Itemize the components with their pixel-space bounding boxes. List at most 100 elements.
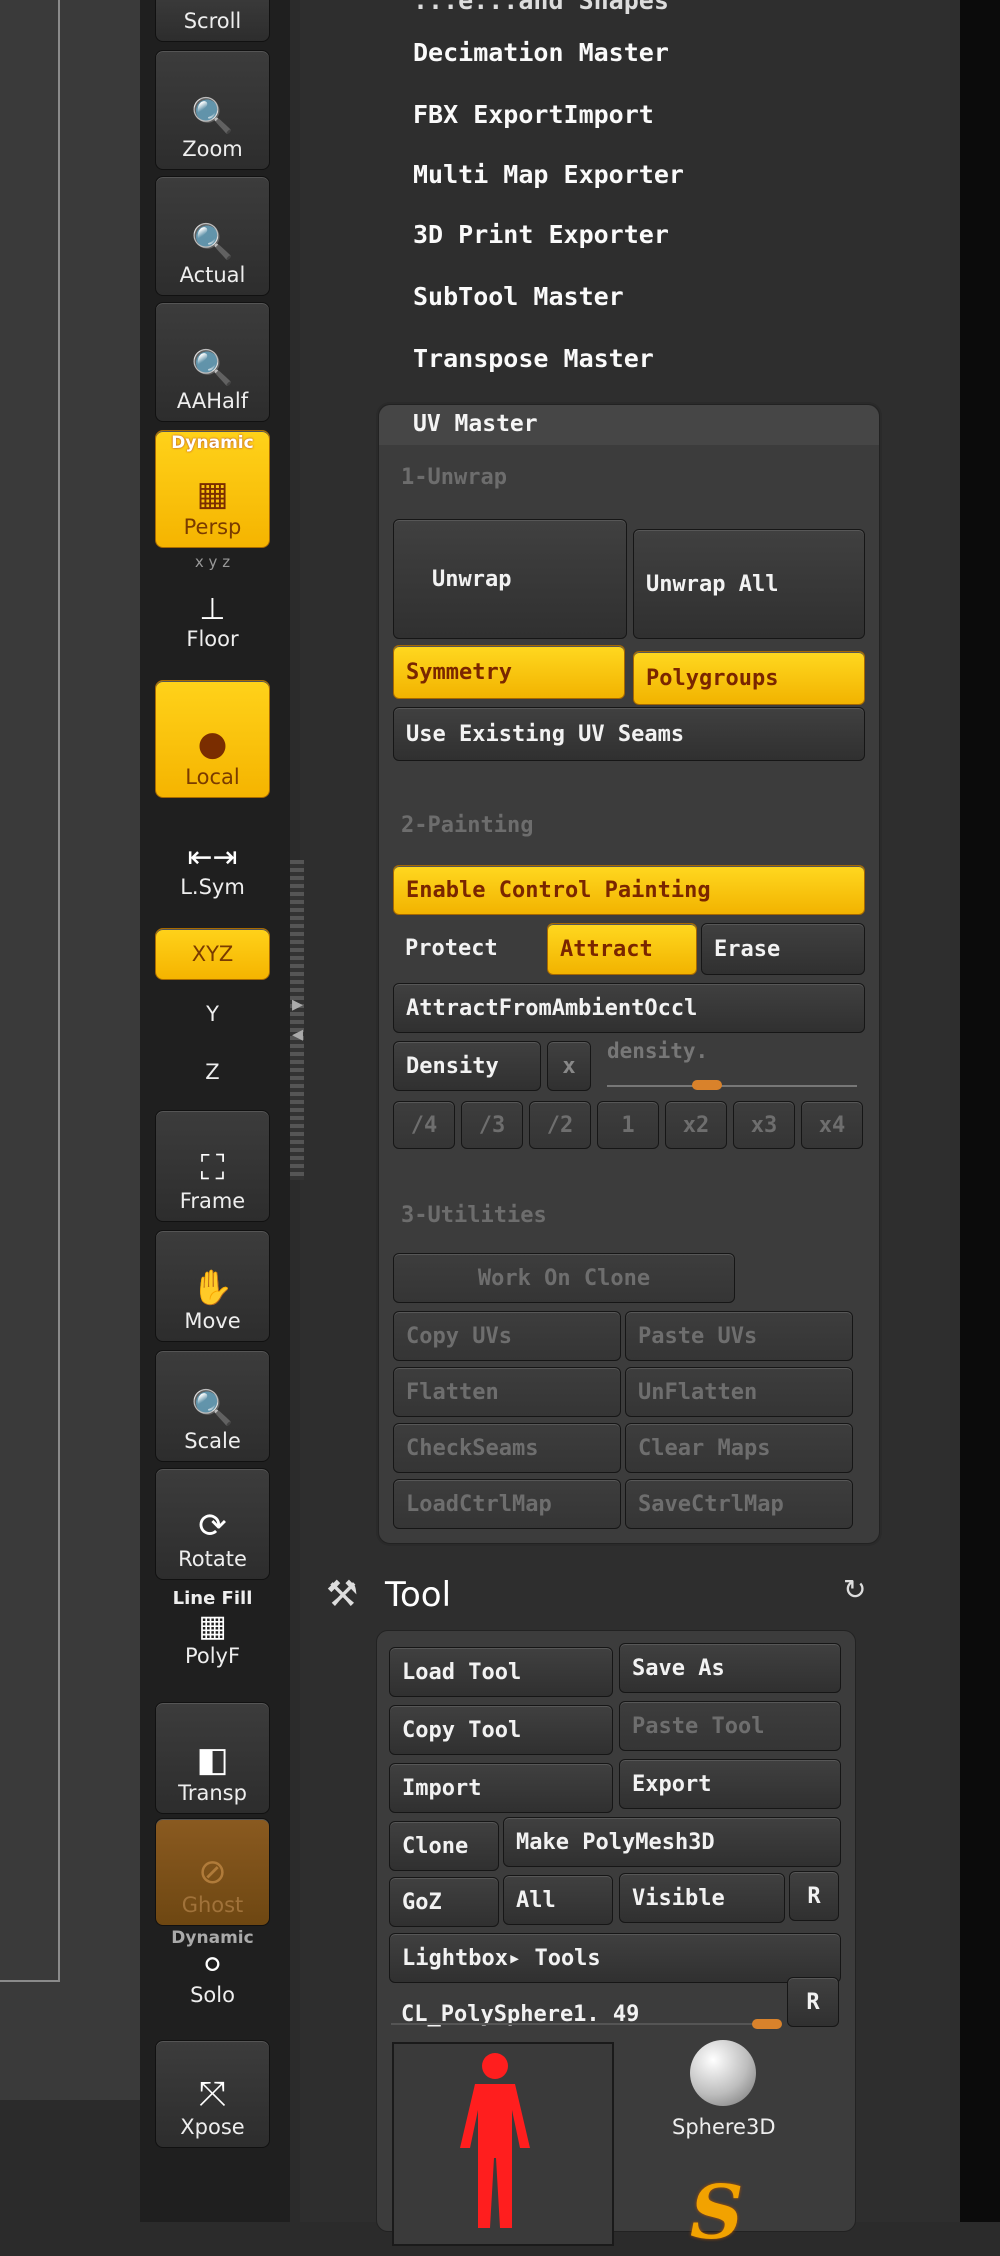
lsym-button[interactable]: ⇤⇥ L.Sym [155, 840, 270, 899]
panel-resize-handle[interactable] [290, 860, 304, 1180]
uv-master-title[interactable]: UV Master [379, 405, 879, 445]
frame-button[interactable]: ⛶ Frame [155, 1110, 270, 1222]
scroll-button[interactable]: Scroll [155, 0, 270, 42]
lightbox-tools-button[interactable]: Lightbox▸ Tools [389, 1933, 841, 1983]
multiplier-button[interactable]: x2 [665, 1101, 727, 1149]
enable-control-painting-toggle[interactable]: Enable Control Painting [393, 865, 865, 915]
density-button[interactable]: Density [393, 1041, 541, 1091]
simplebrush-s-icon[interactable]: S [690, 2170, 743, 2256]
savectrlmap-button[interactable]: SaveCtrlMap [625, 1479, 853, 1529]
y-axis-button[interactable]: Y [155, 1002, 270, 1026]
xpose-icon: ⤧ [198, 2074, 227, 2114]
z-axis-label: Z [205, 1060, 220, 1084]
ghost-button[interactable]: ⊘ Ghost [155, 1818, 270, 1926]
plugin-fbx-exportimport[interactable]: FBX ExportImport [413, 100, 654, 129]
z-axis-button[interactable]: Z [155, 1060, 270, 1084]
copy-uvs-button[interactable]: Copy UVs [393, 1311, 621, 1361]
make-polymesh3d-button[interactable]: Make PolyMesh3D [503, 1817, 841, 1867]
density-slider-track[interactable] [607, 1085, 857, 1087]
symmetry-toggle[interactable]: Symmetry [393, 645, 625, 699]
solo-button[interactable]: Dynamic ⚪ Solo [155, 1928, 270, 2007]
rotate-button[interactable]: ⟳ Rotate [155, 1468, 270, 1580]
protect-button[interactable]: Protect [393, 923, 543, 973]
linefill-label: Line Fill [172, 1588, 253, 1609]
persp-grid-icon: ▦ [196, 474, 229, 514]
plugin-decimation-master[interactable]: Decimation Master [413, 38, 669, 67]
collapse-left-arrow-icon[interactable]: ◂ [292, 1022, 303, 1047]
goz-button[interactable]: GoZ [389, 1877, 499, 1927]
frame-icon: ⛶ [200, 1148, 225, 1188]
save-as-button[interactable]: Save As [619, 1643, 841, 1693]
plugin-3d-print-exporter[interactable]: 3D Print Exporter [413, 220, 669, 249]
tool-palette-title[interactable]: Tool [385, 1575, 451, 1615]
paste-tool-button[interactable]: Paste Tool [619, 1701, 841, 1751]
copy-tool-button[interactable]: Copy Tool [389, 1705, 613, 1755]
aahalf-icon: 🔍 [191, 348, 234, 388]
erase-button[interactable]: Erase [701, 923, 865, 975]
unwrap-section-label: 1-Unwrap [401, 465, 507, 490]
local-icon: ● [197, 724, 228, 764]
floor-axes[interactable]: x y z [155, 553, 270, 571]
lsym-label: L.Sym [180, 875, 245, 899]
current-tool-slider-track[interactable] [391, 2023, 767, 2025]
xpose-button[interactable]: ⤧ Xpose [155, 2040, 270, 2148]
multiplier-button[interactable]: /2 [529, 1101, 591, 1149]
actual-button[interactable]: 🔍 Actual [155, 176, 270, 296]
current-tool-slider-knob[interactable] [752, 2019, 782, 2029]
lsym-icon: ⇤⇥ [187, 840, 238, 875]
unwrap-all-button[interactable]: Unwrap All [633, 529, 865, 639]
uv-master-panel: UV Master 1-Unwrap Unwrap Unwrap All Sym… [378, 404, 880, 1544]
attract-button[interactable]: Attract [547, 923, 697, 975]
multiplier-button[interactable]: x3 [733, 1101, 795, 1149]
all-button[interactable]: All [503, 1875, 613, 1925]
sphere3d-icon[interactable] [690, 2040, 756, 2106]
multiplier-button[interactable]: 1 [597, 1101, 659, 1149]
multiplier-button[interactable]: /4 [393, 1101, 455, 1149]
ghost-label: Ghost [181, 1893, 244, 1917]
import-button[interactable]: Import [389, 1763, 613, 1813]
plugin-transpose-master[interactable]: Transpose Master [413, 344, 654, 373]
xyz-label: XYZ [191, 942, 234, 966]
plugin-subtool-master[interactable]: SubTool Master [413, 282, 624, 311]
density-slider-knob[interactable] [692, 1080, 722, 1090]
clear-maps-button[interactable]: Clear Maps [625, 1423, 853, 1473]
clone-button[interactable]: Clone [389, 1821, 499, 1871]
work-on-clone-button[interactable]: Work On Clone [393, 1253, 735, 1303]
polygroups-toggle[interactable]: Polygroups [633, 651, 865, 705]
canvas-viewport[interactable] [0, 0, 151, 2100]
visible-button[interactable]: Visible [619, 1873, 785, 1923]
scroll-label: Scroll [183, 9, 242, 33]
current-tool-name[interactable]: CL_PolySphere1. 49 [389, 1989, 769, 2039]
load-tool-button[interactable]: Load Tool [389, 1647, 613, 1697]
density-close-button[interactable]: x [547, 1041, 591, 1091]
floor-button[interactable]: ⊥ Floor [155, 592, 270, 651]
flatten-button[interactable]: Flatten [393, 1367, 621, 1417]
transp-button[interactable]: ◧ Transp [155, 1702, 270, 1814]
canvas-frame [0, 0, 60, 1982]
xyz-button[interactable]: XYZ [155, 928, 270, 980]
collapse-right-arrow-icon[interactable]: ▸ [292, 992, 303, 1017]
loadctrlmap-button[interactable]: LoadCtrlMap [393, 1479, 621, 1529]
plugin-multi-map-exporter[interactable]: Multi Map Exporter [413, 160, 684, 189]
unwrap-button[interactable]: Unwrap [393, 519, 627, 639]
polyf-button[interactable]: Line Fill ▦ PolyF [155, 1588, 270, 1668]
export-button[interactable]: Export [619, 1759, 841, 1809]
aahalf-button[interactable]: 🔍 AAHalf [155, 302, 270, 422]
tool-r-button[interactable]: R [787, 1977, 839, 2027]
unflatten-button[interactable]: UnFlatten [625, 1367, 853, 1417]
scale-button[interactable]: 🔍 Scale [155, 1350, 270, 1462]
multiplier-button[interactable]: /3 [461, 1101, 523, 1149]
plugin-item-partial[interactable]: ...e...and Shapes [413, 0, 669, 15]
goz-r-button[interactable]: R [789, 1871, 839, 1921]
frame-label: Frame [179, 1189, 246, 1213]
attract-from-ambient-occl-button[interactable]: AttractFromAmbientOccl [393, 983, 865, 1033]
use-existing-uv-seams-toggle[interactable]: Use Existing UV Seams [393, 707, 865, 761]
local-button[interactable]: ● Local [155, 680, 270, 798]
checkseams-button[interactable]: CheckSeams [393, 1423, 621, 1473]
persp-button[interactable]: Dynamic ▦ Persp [155, 430, 270, 548]
zoom-button[interactable]: 🔍 Zoom [155, 50, 270, 170]
reset-icon[interactable]: ↻ [843, 1573, 866, 1606]
move-button[interactable]: ✋ Move [155, 1230, 270, 1342]
paste-uvs-button[interactable]: Paste UVs [625, 1311, 853, 1361]
multiplier-button[interactable]: x4 [801, 1101, 863, 1149]
